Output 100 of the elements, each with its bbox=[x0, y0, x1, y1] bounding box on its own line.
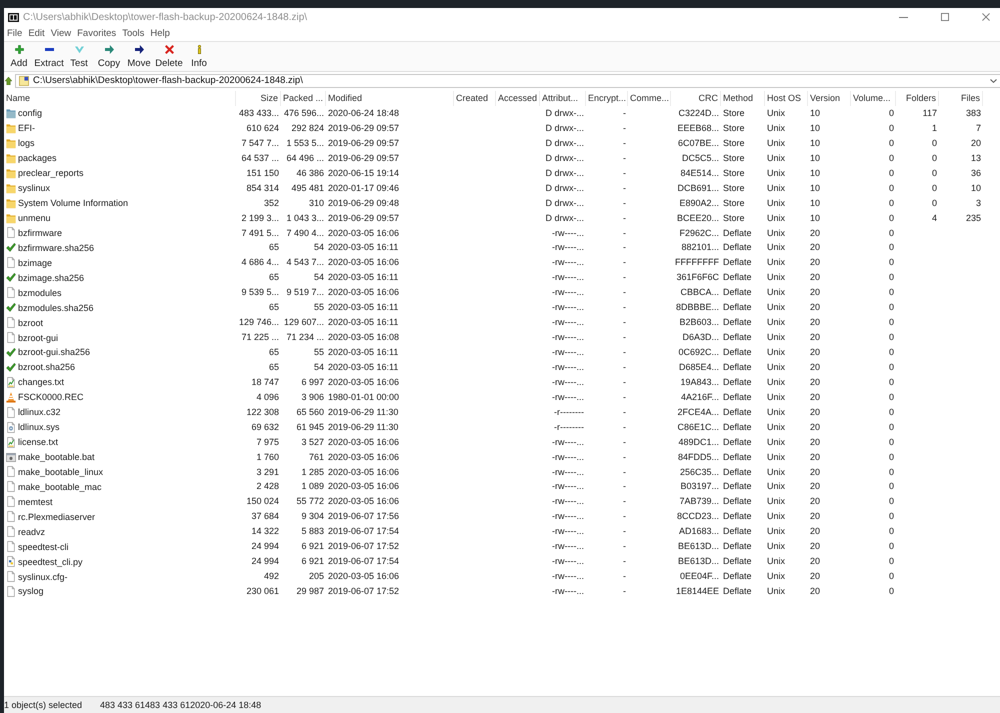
file-name[interactable]: make_bootable_linux bbox=[18, 466, 104, 478]
file-name[interactable]: syslog bbox=[18, 585, 44, 598]
up-arrow-icon[interactable] bbox=[5, 76, 12, 84]
column-header[interactable]: Accessed bbox=[496, 91, 540, 106]
table-cell-text: 20 bbox=[809, 301, 822, 314]
file-name[interactable]: bzmodules.sha256 bbox=[18, 302, 94, 314]
caret-down-icon[interactable] bbox=[990, 78, 997, 82]
table-cell-text: 2020-03-05 16:06 bbox=[327, 376, 400, 389]
menu-item[interactable]: View bbox=[48, 28, 74, 39]
column-header[interactable]: Created bbox=[454, 91, 496, 106]
column-header[interactable]: Comme... bbox=[628, 91, 671, 106]
table-cell-text: 0 bbox=[888, 570, 895, 584]
table-cell-text: 10 bbox=[970, 182, 982, 195]
table-cell-text: - bbox=[622, 420, 627, 434]
column-header[interactable]: Method bbox=[721, 91, 765, 106]
file-name[interactable]: preclear_reports bbox=[18, 167, 84, 180]
table-cell-text: D drwx-... bbox=[544, 122, 585, 135]
file-name[interactable]: bzfirmware.sha256 bbox=[18, 242, 94, 254]
delete-button[interactable]: Delete bbox=[154, 42, 184, 71]
file-name[interactable]: speedtest-cli bbox=[18, 540, 69, 553]
file-name[interactable]: syslinux.cfg- bbox=[18, 570, 68, 583]
table-cell-text: Deflate bbox=[722, 331, 753, 344]
table-cell-text: 0 bbox=[888, 510, 895, 524]
table-cell-text: 55 772 bbox=[295, 495, 325, 508]
file-name[interactable]: rc.Plexmediaserver bbox=[18, 510, 96, 523]
file-name[interactable]: FSCK0000.REC bbox=[18, 391, 84, 404]
menu-item[interactable]: Tools bbox=[119, 28, 148, 39]
file-name[interactable]: EFI- bbox=[18, 122, 35, 134]
table-cell-text: 65 bbox=[268, 360, 280, 374]
status-text: 483 433 61 bbox=[100, 700, 146, 710]
file-name[interactable]: changes.txt bbox=[18, 376, 64, 388]
address-field[interactable]: C:\Users\abhik\Desktop\tower-flash-backup-20200624-1848.zip\ bbox=[15, 74, 1000, 88]
file-name[interactable]: license.txt bbox=[18, 436, 58, 448]
menu-item[interactable]: Edit bbox=[25, 28, 48, 39]
extract-button[interactable]: Extract bbox=[34, 42, 64, 71]
file-name[interactable]: bzfirmware bbox=[18, 226, 62, 239]
maximize-icon[interactable] bbox=[941, 13, 949, 21]
column-header[interactable]: Files bbox=[939, 91, 983, 106]
table-cell-text: 9 519 7... bbox=[285, 286, 325, 300]
file-name[interactable]: memtest bbox=[18, 496, 53, 508]
column-header[interactable]: Modified bbox=[326, 91, 454, 106]
column-header[interactable]: CRC bbox=[671, 91, 721, 106]
file-name[interactable]: syslinux bbox=[18, 182, 50, 194]
column-header[interactable]: Name bbox=[4, 91, 236, 106]
add-button[interactable]: Add bbox=[4, 42, 34, 71]
table-cell-text: Unix bbox=[766, 466, 786, 478]
table-cell-text: 2020-03-05 16:06 bbox=[327, 466, 400, 478]
table-cell-text: 64 496 ... bbox=[285, 152, 325, 165]
column-header[interactable]: Packed ... bbox=[281, 91, 326, 106]
table-cell-text: 20 bbox=[809, 480, 822, 494]
column-header[interactable]: Encrypt... bbox=[586, 91, 628, 106]
table-cell-text: 10 bbox=[809, 136, 822, 150]
file-name[interactable]: bzroot.sha256 bbox=[18, 361, 76, 374]
column-header[interactable]: Version bbox=[808, 91, 851, 106]
move-button[interactable]: Move bbox=[124, 42, 154, 71]
menu-item[interactable]: Help bbox=[147, 28, 173, 39]
table-cell-text: - bbox=[622, 376, 627, 389]
test-button[interactable]: Test bbox=[64, 42, 94, 71]
table-cell-text: 2020-03-05 16:06 bbox=[327, 480, 400, 494]
table-cell-text: Unix bbox=[766, 256, 786, 270]
table-cell-text: - bbox=[622, 570, 627, 584]
column-header[interactable]: Host OS bbox=[765, 91, 808, 106]
column-header[interactable]: Folders bbox=[896, 91, 939, 106]
file-name[interactable]: System Volume Information bbox=[18, 197, 128, 210]
table-cell-text: - bbox=[622, 331, 627, 344]
file-name[interactable]: unmenu bbox=[18, 212, 51, 224]
table-cell-text: Deflate bbox=[722, 301, 753, 314]
file-name[interactable]: make_bootable.bat bbox=[18, 451, 95, 464]
copy-button[interactable]: Copy bbox=[94, 42, 124, 71]
column-header[interactable]: Size bbox=[236, 91, 281, 106]
column-header[interactable]: Attribut... bbox=[540, 91, 586, 106]
table-cell-text: 19A843... bbox=[679, 376, 720, 389]
file-name[interactable]: packages bbox=[18, 152, 57, 164]
file-name[interactable]: config bbox=[18, 107, 42, 120]
table-cell-text: 361F6F6C bbox=[675, 271, 720, 284]
table-cell-text: 7AB739... bbox=[678, 495, 720, 508]
file-name[interactable]: ldlinux.c32 bbox=[18, 406, 61, 418]
file-name[interactable]: bzimage.sha256 bbox=[18, 272, 84, 284]
info-button[interactable]: Info bbox=[184, 42, 214, 71]
table-cell-text: 20 bbox=[970, 136, 982, 150]
menu-item[interactable]: File bbox=[4, 28, 26, 39]
file-name[interactable]: make_bootable_mac bbox=[18, 480, 102, 493]
column-header[interactable]: Volume... bbox=[851, 91, 896, 106]
file-name[interactable]: bzroot bbox=[18, 316, 44, 329]
table-cell-text: 20 bbox=[809, 525, 822, 538]
minimize-icon[interactable] bbox=[899, 16, 908, 18]
table-cell-text: 2020-03-05 16:11 bbox=[327, 316, 400, 330]
table-cell-text: 2020-03-05 16:11 bbox=[327, 241, 400, 254]
file-name[interactable]: bzimage bbox=[18, 256, 52, 269]
file-name[interactable]: logs bbox=[18, 137, 35, 150]
close-icon[interactable] bbox=[982, 13, 990, 21]
menu-item[interactable]: Favorites bbox=[74, 28, 120, 39]
file-name[interactable]: ldlinux.sys bbox=[18, 421, 60, 434]
file-name[interactable]: bzmodules bbox=[18, 286, 62, 299]
table-cell-text: AD1683... bbox=[678, 525, 720, 538]
table-cell-text: 20 bbox=[809, 495, 822, 508]
file-name[interactable]: bzroot-gui bbox=[18, 332, 58, 344]
file-name[interactable]: speedtest_cli.py bbox=[18, 556, 83, 568]
file-name[interactable]: bzroot-gui.sha256 bbox=[18, 346, 90, 358]
file-name[interactable]: readvz bbox=[18, 526, 46, 538]
